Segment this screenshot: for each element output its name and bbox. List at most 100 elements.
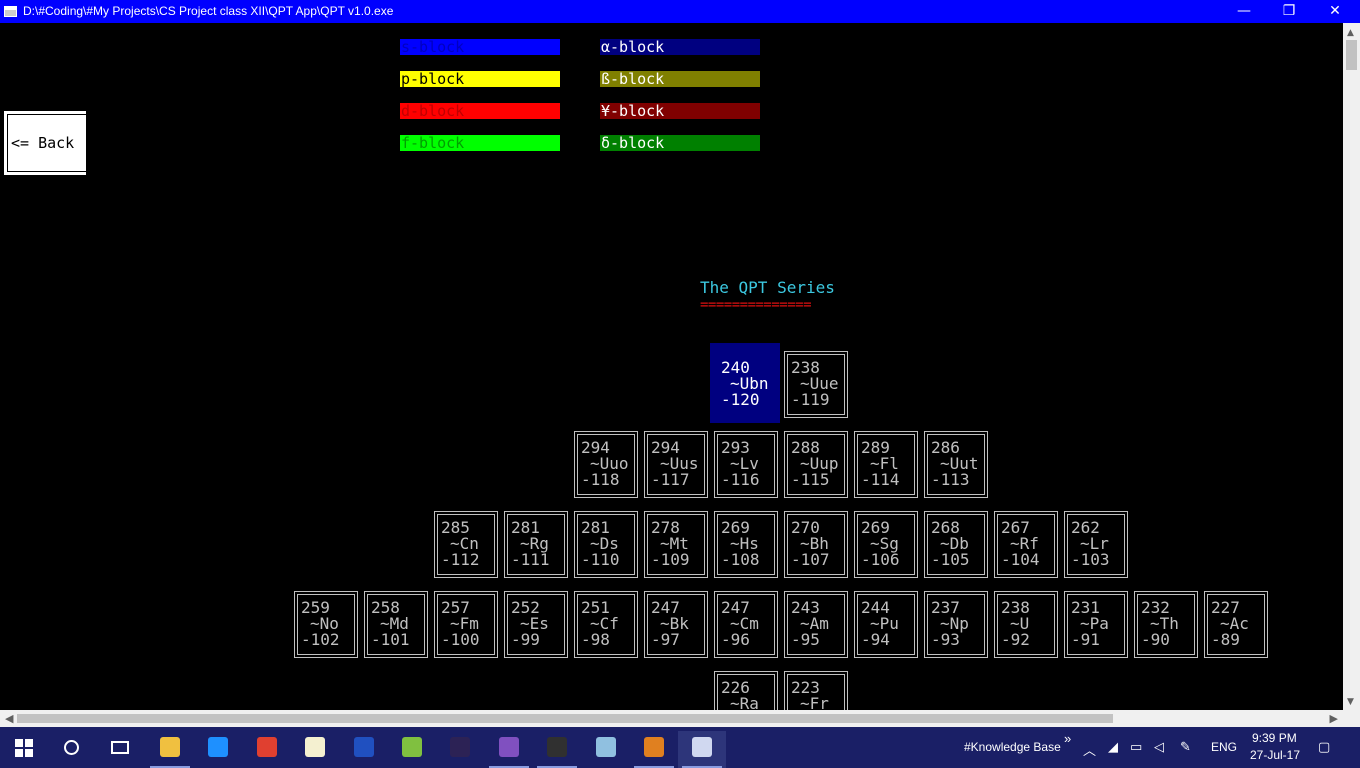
element-number: -117: [651, 470, 690, 489]
close-button[interactable]: ✕: [1312, 0, 1358, 23]
element-number: -99: [511, 630, 540, 649]
element-cell[interactable]: 269 ~Sg -106: [854, 511, 918, 578]
back-button-label: <= Back: [11, 134, 75, 152]
taskbar-app-edge[interactable]: [194, 731, 242, 768]
virtualbox-icon: [595, 737, 616, 757]
element-cell[interactable]: 244 ~Pu -94: [854, 591, 918, 658]
element-cell[interactable]: 278 ~Mt -109: [644, 511, 708, 578]
element-cell[interactable]: 285 ~Cn -112: [434, 511, 498, 578]
element-cell[interactable]: 247 ~Bk -97: [644, 591, 708, 658]
element-cell[interactable]: 268 ~Db -105: [924, 511, 988, 578]
legend-block-swatch: ¥-block: [600, 103, 760, 119]
windows-logo-icon-part: [15, 749, 23, 757]
pen-workspace-icon[interactable]: ✎: [1180, 740, 1191, 755]
taskbar-app-devcpp[interactable]: [340, 731, 388, 768]
command-prompt-icon: [547, 737, 568, 757]
element-number: -119: [791, 390, 830, 409]
show-hidden-icons-icon[interactable]: ︿: [1083, 740, 1096, 759]
element-cell[interactable]: 232 ~Th -90: [1134, 591, 1198, 658]
vertical-scrollbar[interactable]: ▲ ▼: [1343, 23, 1360, 710]
element-cell[interactable]: 227 ~Ac -89: [1204, 591, 1268, 658]
element-number: -113: [931, 470, 970, 489]
element-cell[interactable]: 286 ~Uut -113: [924, 431, 988, 498]
taskbar-app-command-prompt[interactable]: [533, 731, 581, 768]
horizontal-scrollbar[interactable]: ◀ ▶: [0, 710, 1343, 727]
element-number: -110: [581, 550, 620, 569]
element-cell[interactable]: 281 ~Rg -111: [504, 511, 568, 578]
task-view-button[interactable]: [96, 727, 144, 768]
scroll-left-arrow-icon[interactable]: ◀: [5, 712, 13, 725]
element-cell[interactable]: 294 ~Uus -117: [644, 431, 708, 498]
taskbar-app-file-explorer[interactable]: [146, 731, 194, 768]
taskbar-app-xd[interactable]: [291, 731, 339, 768]
wifi-icon[interactable]: ◢: [1108, 740, 1118, 755]
windows-logo-icon: [15, 739, 23, 747]
element-number: -91: [1071, 630, 1100, 649]
element-cell[interactable]: 289 ~Fl -114: [854, 431, 918, 498]
element-number: -101: [371, 630, 410, 649]
language-indicator[interactable]: ENG: [1211, 740, 1237, 754]
clock-time[interactable]: 9:39 PM: [1252, 731, 1297, 745]
element-cell[interactable]: 238 ~Uue -119: [784, 351, 848, 418]
element-cell[interactable]: 259 ~No -102: [294, 591, 358, 658]
taskbar-app-console-app[interactable]: [678, 731, 727, 768]
scroll-right-arrow-icon[interactable]: ▶: [1330, 712, 1338, 725]
vertical-scroll-thumb[interactable]: [1346, 40, 1357, 70]
back-button[interactable]: <= Back: [4, 111, 91, 175]
element-number: -111: [511, 550, 550, 569]
element-number: -97: [651, 630, 680, 649]
element-cell[interactable]: 293 ~Lv -116: [714, 431, 778, 498]
element-cell[interactable]: 243 ~Am -95: [784, 591, 848, 658]
start-button[interactable]: [0, 727, 48, 768]
element-cell[interactable]: 262 ~Lr -103: [1064, 511, 1128, 578]
action-center-icon[interactable]: ▢: [1318, 740, 1330, 755]
element-cell[interactable]: 240 ~Ubn -120: [710, 343, 780, 423]
element-number: -98: [581, 630, 610, 649]
element-number: -107: [791, 550, 830, 569]
horizontal-scroll-thumb[interactable]: [17, 714, 1113, 723]
element-cell[interactable]: 238 ~U -92: [994, 591, 1058, 658]
taskbar-app-android-studio[interactable]: [388, 731, 436, 768]
element-cell[interactable]: 251 ~Cf -98: [574, 591, 638, 658]
element-cell[interactable]: 247 ~Cm -96: [714, 591, 778, 658]
element-number: -115: [791, 470, 830, 489]
element-cell[interactable]: 267 ~Rf -104: [994, 511, 1058, 578]
element-number: -104: [1001, 550, 1040, 569]
element-cell[interactable]: 226 ~Ra: [714, 671, 778, 710]
cortana-search-button[interactable]: [48, 727, 96, 768]
taskbar-app-virtualbox[interactable]: [582, 731, 630, 768]
legend-sblock-swatch: s-block: [400, 39, 560, 55]
eclipse-icon: [450, 737, 471, 757]
element-cell[interactable]: 258 ~Md -101: [364, 591, 428, 658]
legend-block-swatch: α-block: [600, 39, 760, 55]
element-number: -92: [1001, 630, 1030, 649]
element-cell[interactable]: 288 ~Uup -115: [784, 431, 848, 498]
battery-icon[interactable]: ▭: [1130, 740, 1142, 755]
element-cell[interactable]: 270 ~Bh -107: [784, 511, 848, 578]
clock-date[interactable]: 27-Jul-17: [1250, 748, 1300, 762]
scroll-down-arrow-icon[interactable]: ▼: [1347, 697, 1354, 707]
element-number: -118: [581, 470, 620, 489]
scroll-up-arrow-icon[interactable]: ▲: [1347, 28, 1354, 38]
taskbar-app-visual-studio[interactable]: [485, 731, 533, 768]
task-view-icon: [111, 741, 129, 754]
element-cell[interactable]: 281 ~Ds -110: [574, 511, 638, 578]
taskbar-app-eclipse[interactable]: [436, 731, 484, 768]
taskbar-app-chrome[interactable]: [243, 731, 291, 768]
volume-mute-icon[interactable]: ◁: [1154, 740, 1164, 755]
maximize-button[interactable]: ❐: [1266, 0, 1312, 23]
element-cell[interactable]: 252 ~Es -99: [504, 591, 568, 658]
element-cell[interactable]: 257 ~Fm -100: [434, 591, 498, 658]
element-number: -95: [791, 630, 820, 649]
element-cell[interactable]: 223 ~Fr: [784, 671, 848, 710]
element-number: -100: [441, 630, 480, 649]
element-cell[interactable]: 269 ~Hs -108: [714, 511, 778, 578]
minimize-button[interactable]: —: [1221, 0, 1267, 23]
toolbar-chevron-icon[interactable]: »: [1064, 731, 1071, 746]
windows-logo-icon-part: [25, 749, 33, 757]
taskbar-app-sublime[interactable]: [630, 731, 678, 768]
knowledge-base-toolbar[interactable]: #Knowledge Base: [964, 740, 1061, 754]
element-cell[interactable]: 294 ~Uuo -118: [574, 431, 638, 498]
element-cell[interactable]: 231 ~Pa -91: [1064, 591, 1128, 658]
element-cell[interactable]: 237 ~Np -93: [924, 591, 988, 658]
